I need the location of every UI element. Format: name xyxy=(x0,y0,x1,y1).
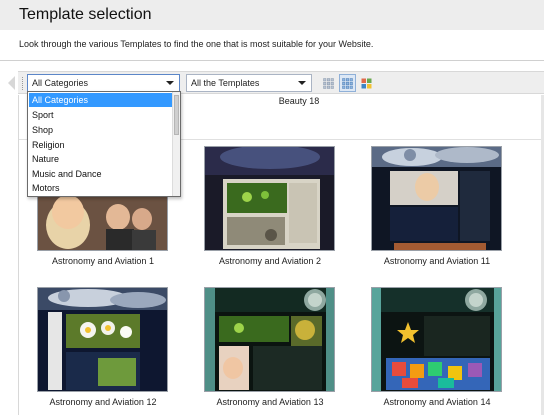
view-medium-grid-button[interactable] xyxy=(339,74,356,92)
template-name: Astronomy and Aviation 2 xyxy=(219,256,321,266)
template-preview-image xyxy=(38,288,167,391)
template-thumbnail[interactable] xyxy=(37,287,168,392)
dropdown-option[interactable]: Nature xyxy=(29,152,172,166)
dropdown-option[interactable]: Religion xyxy=(29,138,172,152)
panel-collapse-handle[interactable] xyxy=(8,76,15,90)
template-thumbnail[interactable] xyxy=(371,287,502,392)
dropdown-option[interactable]: Motors xyxy=(29,181,172,195)
dropdown-scrollbar[interactable] xyxy=(172,92,180,196)
template-preview-image xyxy=(205,147,334,250)
window-title: Template selection xyxy=(19,6,152,23)
title-bar: Template selection xyxy=(0,0,544,30)
color-grid-icon xyxy=(361,78,372,88)
toolbar-grip[interactable] xyxy=(22,77,24,90)
dropdown-option[interactable]: Music and Dance xyxy=(29,167,172,181)
template-label: Beauty 18 xyxy=(278,96,320,106)
template-preview-image xyxy=(372,147,501,250)
small-grid-icon xyxy=(323,77,334,89)
dropdown-scroll-thumb[interactable] xyxy=(174,95,179,135)
template-thumbnail[interactable] xyxy=(371,146,502,251)
template-name: Astronomy and Aviation 12 xyxy=(49,397,157,407)
view-small-grid-button[interactable] xyxy=(320,74,337,92)
view-color-grid-button[interactable] xyxy=(358,74,375,92)
template-preview-image xyxy=(205,288,334,391)
template-name: Astronomy and Aviation 11 xyxy=(383,256,491,266)
medium-grid-icon xyxy=(342,77,353,89)
template-thumbnail[interactable] xyxy=(204,287,335,392)
dropdown-option[interactable]: Sport xyxy=(29,108,172,122)
template-name: Astronomy and Aviation 14 xyxy=(383,397,491,407)
category-select-value: All Categories xyxy=(32,78,89,88)
template-name: Astronomy and Aviation 13 xyxy=(216,397,324,407)
window-description: Look through the various Templates to fi… xyxy=(19,39,374,49)
template-thumbnail[interactable] xyxy=(204,146,335,251)
template-select[interactable]: All the Templates xyxy=(186,74,312,92)
template-name: Astronomy and Aviation 1 xyxy=(52,256,154,266)
chevron-down-icon xyxy=(166,81,174,85)
template-preview-image xyxy=(372,288,501,391)
header-divider xyxy=(0,60,544,61)
category-select[interactable]: All Categories xyxy=(27,74,180,92)
dropdown-option[interactable]: Shop xyxy=(29,123,172,137)
chevron-down-icon xyxy=(298,81,306,85)
category-dropdown-list: All Categories Sport Shop Religion Natur… xyxy=(27,91,181,197)
template-select-value: All the Templates xyxy=(191,78,260,88)
dropdown-option[interactable]: All Categories xyxy=(29,93,172,107)
